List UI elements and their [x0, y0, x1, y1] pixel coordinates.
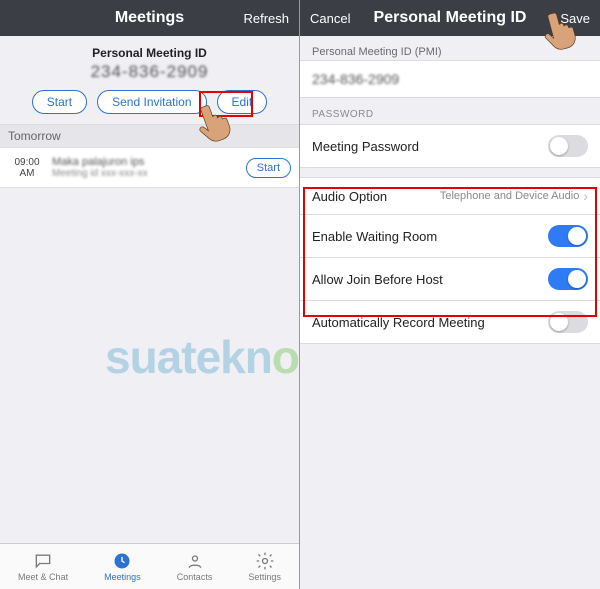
pmi-field-value: 234-836-2909: [312, 71, 399, 87]
chevron-right-icon: ›: [583, 188, 588, 204]
pmi-block: Personal Meeting ID 234-836-2909: [0, 36, 299, 90]
spacer: [300, 167, 600, 177]
auto-record-row[interactable]: Automatically Record Meeting: [300, 300, 600, 344]
cancel-button[interactable]: Cancel: [310, 11, 350, 26]
gear-icon: [255, 551, 275, 571]
pmi-field-label: Personal Meeting ID (PMI): [300, 36, 600, 60]
meetings-screen: Meetings Refresh Personal Meeting ID 234…: [0, 0, 300, 589]
clock-icon: [112, 551, 132, 571]
meeting-time-ampm: AM: [8, 168, 46, 179]
pmi-value: 234-836-2909: [0, 62, 299, 82]
section-tomorrow: Tomorrow: [0, 124, 299, 148]
send-invitation-button[interactable]: Send Invitation: [97, 90, 206, 114]
refresh-button[interactable]: Refresh: [243, 11, 289, 26]
waiting-room-row[interactable]: Enable Waiting Room: [300, 214, 600, 258]
meeting-time-value: 09:00: [14, 157, 39, 168]
edit-button[interactable]: Edit: [217, 90, 268, 114]
tab-label-meetings: Meetings: [104, 572, 141, 582]
tab-label-contacts: Contacts: [177, 572, 213, 582]
meeting-start-button[interactable]: Start: [246, 158, 291, 178]
meeting-password-row[interactable]: Meeting Password: [300, 124, 600, 168]
meeting-row[interactable]: 09:00 AM Maka palajuron ips Meeting id x…: [0, 148, 299, 188]
audio-option-value: Telephone and Device Audio ›: [440, 188, 588, 204]
start-button[interactable]: Start: [32, 90, 87, 114]
join-before-host-label: Allow Join Before Host: [312, 272, 443, 287]
meeting-subtitle: Meeting id xxx-xxx-xx: [52, 168, 240, 179]
tab-meet-chat[interactable]: Meet & Chat: [18, 551, 68, 582]
waiting-room-toggle[interactable]: [548, 225, 588, 247]
join-before-host-row[interactable]: Allow Join Before Host: [300, 257, 600, 301]
waiting-room-label: Enable Waiting Room: [312, 229, 437, 244]
contact-icon: [185, 551, 205, 571]
meeting-time: 09:00 AM: [8, 157, 46, 179]
meeting-password-toggle[interactable]: [548, 135, 588, 157]
password-section-label: PASSWORD: [300, 97, 600, 124]
tab-settings[interactable]: Settings: [248, 551, 281, 582]
audio-option-text: Telephone and Device Audio: [440, 190, 579, 202]
right-header: Cancel Personal Meeting ID Save: [300, 0, 600, 36]
edit-pmi-screen: Cancel Personal Meeting ID Save Personal…: [300, 0, 600, 589]
pmi-field[interactable]: 234-836-2909: [300, 60, 600, 98]
meeting-title: Maka palajuron ips: [52, 156, 240, 168]
pmi-label: Personal Meeting ID: [0, 46, 299, 60]
join-before-host-toggle[interactable]: [548, 268, 588, 290]
auto-record-toggle[interactable]: [548, 311, 588, 333]
tab-contacts[interactable]: Contacts: [177, 551, 213, 582]
auto-record-label: Automatically Record Meeting: [312, 315, 485, 330]
save-button[interactable]: Save: [560, 11, 590, 26]
tab-label-chat: Meet & Chat: [18, 572, 68, 582]
tab-bar: Meet & Chat Meetings Contacts Settings: [0, 543, 299, 589]
meeting-info: Maka palajuron ips Meeting id xxx-xxx-xx: [46, 156, 246, 179]
tab-meetings[interactable]: Meetings: [104, 551, 141, 582]
audio-option-row[interactable]: Audio Option Telephone and Device Audio …: [300, 177, 600, 215]
tab-label-settings: Settings: [248, 572, 281, 582]
left-header: Meetings Refresh: [0, 0, 299, 36]
pmi-button-row: Start Send Invitation Edit: [0, 90, 299, 124]
chat-icon: [33, 551, 53, 571]
audio-option-label: Audio Option: [312, 189, 387, 204]
meeting-password-label: Meeting Password: [312, 139, 419, 154]
